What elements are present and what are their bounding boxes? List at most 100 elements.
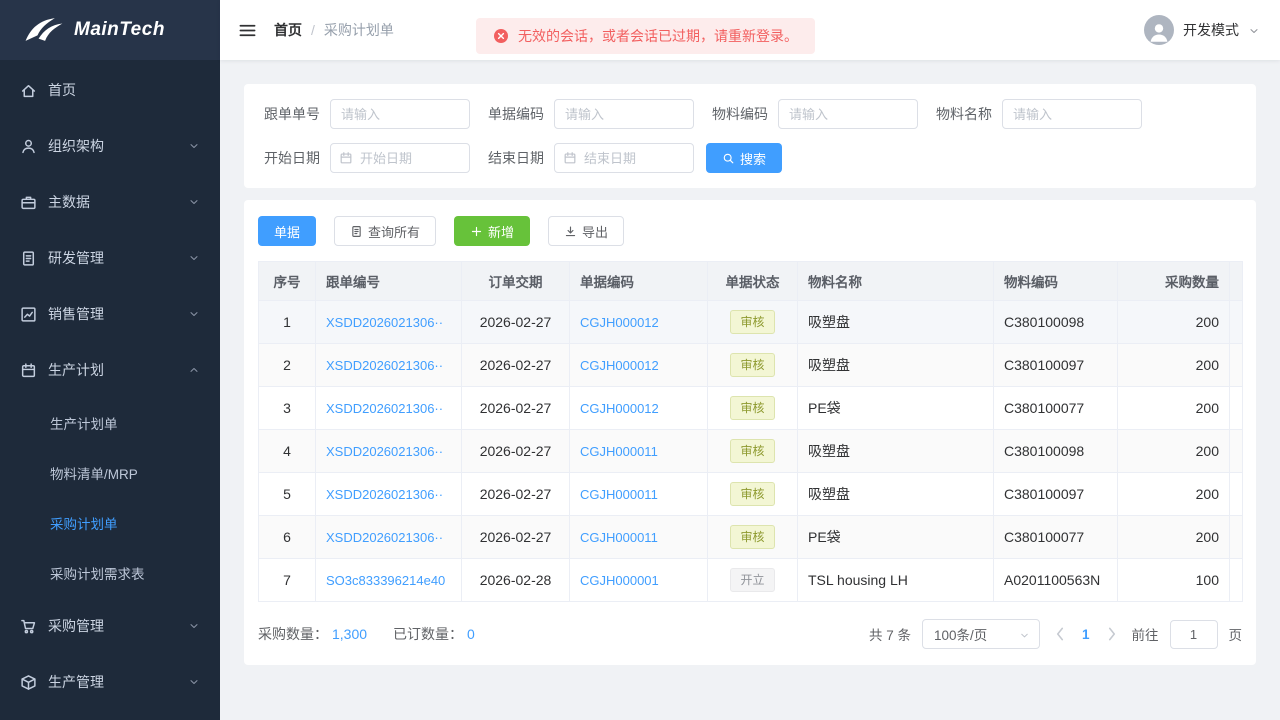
order-no-link[interactable]: XSDD2026021306··: [326, 487, 443, 502]
sidebar-item-rd-management[interactable]: 研发管理: [0, 230, 220, 286]
cell-qty: 200: [1117, 429, 1230, 473]
sidebar-item-home[interactable]: 首页: [0, 62, 220, 118]
table-footer: 采购数量： 1,300 已订数量： 0 共 7 条 100条/页 1 前往 1 …: [258, 619, 1242, 649]
topbar: 首页 / 采购计划单 无效的会话，或者会话已过期，请重新登录。 开发模式: [220, 0, 1280, 60]
cell-material-code: A0201100563N: [993, 558, 1118, 602]
current-page[interactable]: 1: [1080, 627, 1092, 642]
search-button[interactable]: 搜索: [706, 143, 783, 173]
sidebar-item-purchase-management[interactable]: 采购管理: [0, 598, 220, 654]
cell-order-no: XSDD2026021306··: [315, 515, 462, 559]
cell-seq: 3: [258, 386, 316, 430]
chevron-down-icon: [188, 620, 200, 632]
app-root: MainTech 首页 组织架构 主数据 研发管理 销售管理 生产计划 生产计划单 物料清单/…: [0, 0, 1280, 720]
filter-row-2: 开始日期 结束日期 搜索: [258, 143, 1242, 173]
doc-no-link[interactable]: CGJH000012: [580, 315, 659, 330]
cell-status: 审核: [707, 386, 798, 430]
filter-field-order-no: 跟单单号: [258, 99, 470, 129]
goto-page-input[interactable]: [1169, 619, 1218, 649]
cell-material-name: TSL housing LH: [797, 558, 994, 602]
export-button[interactable]: 导出: [548, 216, 625, 246]
button-label: 导出: [582, 224, 609, 240]
page-size-select[interactable]: 100条/页: [921, 619, 1040, 649]
table-row: 2 XSDD2026021306·· 2026-02-27 CGJH000012 审核吸…: [258, 343, 1243, 387]
column-header: 物料编码: [993, 261, 1118, 301]
sidebar-subitem-purchase-plan-demand[interactable]: 采购计划需求表: [0, 548, 220, 598]
user-menu[interactable]: 开发模式: [1144, 15, 1260, 45]
table-row: 7 SO3c833396214e40 2026-02-28 CGJH000001 开立 T…: [258, 558, 1243, 602]
doc-no-link[interactable]: CGJH000012: [580, 358, 659, 373]
sidebar-item-label: 首页: [48, 82, 76, 98]
sidebar: MainTech 首页 组织架构 主数据 研发管理 销售管理 生产计划 生产计划单 物料清单/…: [0, 0, 220, 720]
sidebar-item-master-data[interactable]: 主数据: [0, 174, 220, 230]
query-all-button[interactable]: 查询所有: [334, 216, 437, 246]
plus-icon: [470, 225, 483, 238]
sidebar-subitem-bom-mrp[interactable]: 物料清单/MRP: [0, 448, 220, 498]
filter-field-start-date: 开始日期: [258, 143, 470, 173]
page-size-value: 100条/页: [933, 628, 988, 643]
cell-filler: [1229, 472, 1243, 516]
sidebar-item-production-plan[interactable]: 生产计划: [0, 342, 220, 398]
table-row: 5 XSDD2026021306·· 2026-02-27 CGJH000011 审核吸…: [258, 472, 1243, 516]
pagination: 共 7 条 100条/页 1 前往 页: [869, 619, 1242, 649]
sidebar-subitem-label: 物料清单/MRP: [50, 467, 138, 482]
cell-filler: [1229, 558, 1243, 602]
filter-input-material-code[interactable]: [778, 99, 918, 129]
add-button[interactable]: 新增: [454, 216, 531, 246]
cell-doc-no: CGJH000011: [569, 472, 708, 516]
filter-input-material-name[interactable]: [1002, 99, 1142, 129]
doc-no-link[interactable]: CGJH000011: [580, 530, 658, 545]
cell-status: 审核: [707, 343, 798, 387]
sidebar-item-production-management[interactable]: 生产管理: [0, 654, 220, 710]
sidebar-subitem-purchase-plan-order[interactable]: 采购计划单: [0, 498, 220, 548]
breadcrumb-home[interactable]: 首页: [274, 20, 302, 40]
prev-page-button[interactable]: [1051, 625, 1069, 643]
page-suffix-label: 页: [1228, 628, 1243, 643]
filter-input-doc-no[interactable]: [554, 99, 694, 129]
cell-material-name: 吸塑盘: [797, 472, 994, 516]
purchase-plan-table: 序号 跟单编号 订单交期 单据编码 单据状态 物料名称 物料编码 采购数量 1 XSDD2026…: [258, 261, 1243, 602]
doc-no-link[interactable]: CGJH000011: [580, 487, 658, 502]
cell-qty: 200: [1117, 386, 1230, 430]
chevron-down-icon: [188, 252, 200, 264]
sidebar-subitem-production-plan-order[interactable]: 生产计划单: [0, 398, 220, 448]
menu-toggle-icon[interactable]: [238, 21, 257, 40]
total-count: 共 7 条: [868, 628, 911, 643]
order-no-link[interactable]: XSDD2026021306··: [326, 530, 443, 545]
order-no-link[interactable]: SO3c833396214e40: [326, 573, 445, 588]
cell-doc-no: CGJH000011: [569, 515, 708, 559]
status-badge: 审核: [730, 396, 775, 420]
column-filler: [1229, 261, 1243, 301]
breadcrumb-separator: /: [311, 22, 315, 38]
cell-delivery-date: 2026-02-27: [461, 515, 570, 559]
cell-qty: 200: [1117, 343, 1230, 387]
cell-order-no: XSDD2026021306··: [315, 429, 462, 473]
filter-label: 单据编码: [488, 106, 544, 122]
filter-input-order-no[interactable]: [330, 99, 470, 129]
column-header: 采购数量: [1117, 261, 1230, 301]
cell-seq: 4: [258, 429, 316, 473]
column-header: 物料名称: [797, 261, 994, 301]
order-no-link[interactable]: XSDD2026021306··: [326, 358, 443, 373]
table-header-row: 序号 跟单编号 订单交期 单据编码 单据状态 物料名称 物料编码 采购数量: [258, 261, 1243, 301]
cell-seq: 6: [258, 515, 316, 559]
purchase-qty-value: 1,300: [332, 626, 368, 642]
table-row: 4 XSDD2026021306·· 2026-02-27 CGJH000011 审核吸…: [258, 429, 1243, 473]
search-button-label: 搜索: [740, 151, 767, 167]
alert-message: 无效的会话，或者会话已过期，请重新登录。: [518, 28, 798, 44]
cell-status: 审核: [707, 429, 798, 473]
doc-no-link[interactable]: CGJH000011: [580, 444, 658, 459]
sidebar-item-organization[interactable]: 组织架构: [0, 118, 220, 174]
order-no-link[interactable]: XSDD2026021306··: [326, 401, 443, 416]
doc-no-link[interactable]: CGJH000012: [580, 401, 659, 416]
order-no-link[interactable]: XSDD2026021306··: [326, 444, 443, 459]
doc-no-link[interactable]: CGJH000001: [580, 573, 659, 588]
column-header: 单据编码: [569, 261, 708, 301]
next-page-button[interactable]: [1103, 625, 1121, 643]
bill-button[interactable]: 单据: [258, 216, 317, 246]
button-label: 查询所有: [368, 224, 421, 240]
main-area: 首页 / 采购计划单 无效的会话，或者会话已过期，请重新登录。 开发模式 跟单单…: [220, 0, 1280, 720]
sidebar-item-sales-management[interactable]: 销售管理: [0, 286, 220, 342]
order-no-link[interactable]: XSDD2026021306··: [326, 315, 443, 330]
document-icon: [350, 225, 363, 238]
filter-label: 结束日期: [488, 150, 544, 166]
